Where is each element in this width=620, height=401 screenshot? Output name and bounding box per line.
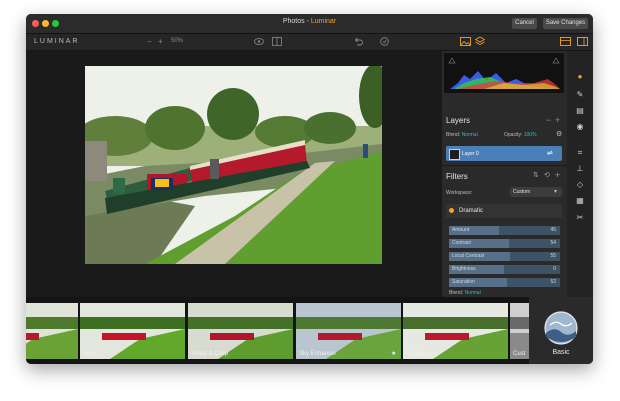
gradient-icon[interactable]: ▤ [576, 107, 584, 115]
chevron-down-icon: ▾ [554, 189, 558, 195]
compare-split-icon[interactable] [272, 37, 282, 46]
luminar-logo: LUMINAR [34, 38, 80, 45]
title-bar: Photos - Luminar Cancel Save Changes [26, 14, 593, 34]
image-icon[interactable] [460, 37, 471, 46]
workspace-label: Workspace: [446, 190, 473, 196]
preset-thumb[interactable]: Sky Enhancer ★ [296, 303, 401, 359]
panel-divider [442, 165, 567, 166]
clone-stamp-icon[interactable]: ⊥ [576, 165, 584, 173]
slider-label: Local Contrast [452, 253, 485, 259]
layers-add-icon[interactable]: + [555, 115, 560, 125]
layer-row[interactable]: Layer 0 ⇌ [446, 146, 562, 161]
slider-contrast[interactable]: Contrast 54 [449, 239, 560, 248]
slider-local-contrast[interactable]: Local Contrast 55 [449, 252, 560, 261]
slider-brightness[interactable]: Brightness 0 [449, 265, 560, 274]
zoom-level: 50% [171, 38, 184, 44]
brush-icon[interactable]: ✎ [576, 91, 584, 99]
history-icon[interactable] [380, 37, 389, 46]
image-canvas[interactable] [26, 51, 442, 297]
basic-category-icon [544, 311, 578, 345]
slider-label: Contrast [452, 240, 471, 246]
window-title: Photos - Luminar [282, 18, 337, 25]
erase-icon[interactable]: ◇ [576, 181, 584, 189]
preset-label: Cust [513, 351, 526, 357]
slider-label: Saturation [452, 279, 475, 285]
slider-value: 54 [550, 240, 556, 246]
preset-filmstrip: nces Vivid Sharp & Crisp Sky Enhancer ★ [26, 297, 593, 364]
filter-name: Dramatic [459, 208, 484, 214]
preset-thumb[interactable]: Detailed [403, 303, 508, 359]
zoom-in-button[interactable]: + [158, 37, 163, 47]
preset-preview [26, 303, 78, 359]
filter-active-dot-icon[interactable] [449, 208, 454, 213]
slider-value: 0 [553, 266, 556, 272]
layers-title: Layers [446, 116, 471, 125]
preview-eye-icon[interactable] [254, 38, 264, 45]
slider-label: Amount [452, 227, 470, 233]
layer-settings-gear-icon[interactable]: ⚙ [556, 130, 562, 138]
slider-amount[interactable]: Amount 45 [449, 226, 560, 235]
preset-thumb[interactable]: Vivid [80, 303, 185, 359]
dodge-burn-icon[interactable]: ▦ [576, 197, 584, 205]
undo-icon[interactable] [354, 37, 363, 46]
save-changes-button[interactable]: Save Changes [543, 18, 588, 29]
transform-icon[interactable]: ✂ [576, 214, 584, 222]
filter-blend[interactable]: Blend: Normal [449, 290, 481, 296]
right-panel: Layers − + Blend: Normal Opacity: 100% ⚙… [442, 51, 567, 297]
layer-opacity[interactable]: Opacity: 100% [504, 132, 537, 138]
histogram [444, 53, 564, 93]
preset-label: Sky Enhancer [299, 351, 337, 357]
zoom-out-button[interactable]: − [147, 37, 152, 47]
toolbar: LUMINAR − + 50% [26, 34, 593, 51]
workspace-value: Custom [513, 189, 531, 195]
filters-title: Filters [446, 172, 468, 181]
tool-rail: ● ✎ ▤ ◉ ⌗ ⊥ ◇ ▦ ✂ [567, 51, 593, 297]
cancel-button[interactable]: Cancel [512, 18, 537, 29]
filter-header-dramatic[interactable]: Dramatic [446, 204, 562, 218]
layers-minus-icon[interactable]: − [546, 115, 551, 125]
layers-stack-icon[interactable] [475, 36, 485, 46]
slider-value: 52 [550, 279, 556, 285]
preset-thumb[interactable]: Cust [510, 303, 529, 359]
sidebar-toggle-icon[interactable] [577, 37, 588, 46]
palette-icon[interactable]: ● [576, 73, 584, 81]
slider-value: 55 [550, 253, 556, 259]
app-window: Photos - Luminar Cancel Save Changes LUM… [26, 14, 593, 364]
preset-label: Detailed [406, 351, 429, 357]
slider-value: 45 [550, 227, 556, 233]
layer-adjust-icon[interactable]: ⇌ [547, 149, 553, 157]
filters-sort-icon[interactable]: ⇅ [533, 171, 539, 179]
preset-thumb[interactable]: Sharp & Crisp [188, 303, 293, 359]
main-photo[interactable] [85, 66, 382, 264]
preset-category-label: Basic [552, 349, 570, 356]
slider-label: Brightness [452, 266, 476, 272]
workspace-select[interactable]: Custom ▾ [510, 187, 562, 197]
radial-mask-icon[interactable]: ◉ [576, 123, 584, 131]
favorite-star-icon[interactable]: ★ [391, 350, 396, 357]
filters-refresh-icon[interactable]: ⟲ [544, 171, 550, 179]
preset-label: Sharp & Crisp [191, 351, 229, 357]
filters-add-icon[interactable]: + [555, 170, 560, 180]
layer-blend[interactable]: Blend: Normal [446, 132, 478, 138]
slider-saturation[interactable]: Saturation 52 [449, 278, 560, 287]
preset-label: Vivid [83, 351, 96, 357]
layer-name: Layer 0 [462, 151, 479, 157]
filmstrip-toggle-icon[interactable] [560, 37, 571, 46]
preset-thumb[interactable]: nces [26, 303, 78, 359]
crop-icon[interactable]: ⌗ [576, 149, 584, 157]
preset-category-basic[interactable]: Basic [529, 297, 593, 364]
layer-thumbnail [449, 149, 460, 160]
